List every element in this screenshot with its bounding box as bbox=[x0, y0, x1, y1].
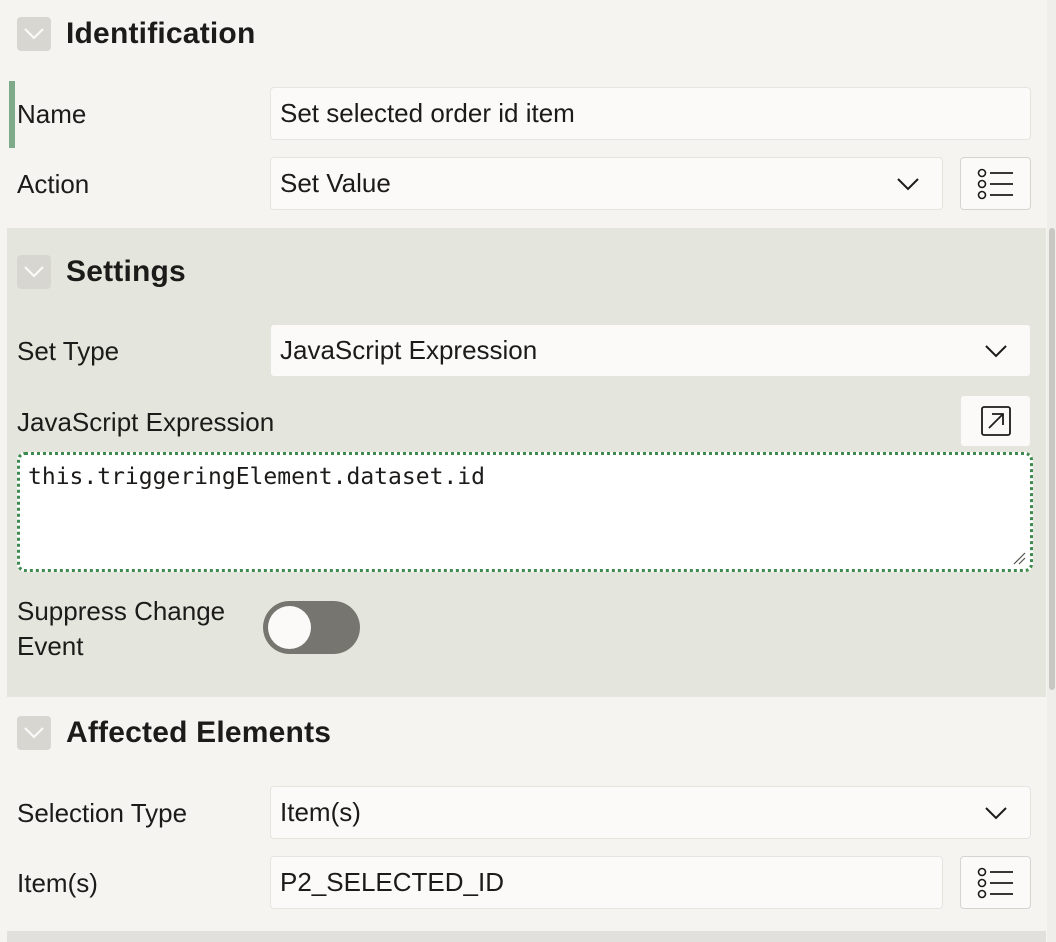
items-field[interactable]: P2_SELECTED_ID bbox=[270, 856, 943, 909]
action-select[interactable]: Set Value bbox=[270, 157, 943, 210]
action-list-button[interactable] bbox=[960, 157, 1031, 210]
js-expression-code: this.triggeringElement.dataset.id bbox=[28, 464, 485, 490]
chevron-down-icon bbox=[24, 266, 44, 278]
settings-title: Settings bbox=[66, 255, 186, 288]
scrollbar-thumb[interactable] bbox=[1049, 228, 1055, 690]
scrollbar-track[interactable] bbox=[1047, 0, 1056, 942]
chevron-down-icon bbox=[985, 344, 1007, 357]
identification-collapse-button[interactable] bbox=[17, 17, 51, 51]
chevron-down-icon bbox=[897, 177, 919, 190]
required-indicator bbox=[9, 81, 15, 148]
affected-elements-collapse-button[interactable] bbox=[17, 716, 51, 750]
next-section-edge bbox=[7, 931, 1046, 942]
selection-type-label: Selection Type bbox=[17, 798, 188, 828]
js-expression-label: JavaScript Expression bbox=[17, 407, 275, 437]
selection-type-select-value: Item(s) bbox=[280, 797, 361, 827]
suppress-change-switch[interactable] bbox=[263, 601, 360, 654]
set-type-select-value: JavaScript Expression bbox=[280, 335, 538, 365]
settings-collapse-button[interactable] bbox=[17, 255, 51, 289]
action-select-value: Set Value bbox=[280, 168, 391, 198]
selection-type-select[interactable]: Item(s) bbox=[270, 786, 1031, 839]
set-type-label: Set Type bbox=[17, 336, 120, 366]
set-type-select[interactable]: JavaScript Expression bbox=[270, 324, 1031, 377]
chevron-down-icon bbox=[24, 727, 44, 739]
affected-elements-title: Affected Elements bbox=[66, 716, 332, 749]
expand-editor-button[interactable] bbox=[960, 395, 1031, 447]
chevron-down-icon bbox=[985, 806, 1007, 819]
identification-header[interactable]: Identification bbox=[17, 17, 255, 51]
expand-arrow-icon bbox=[980, 406, 1011, 436]
name-field[interactable]: Set selected order id item bbox=[270, 87, 1031, 140]
switch-knob bbox=[268, 606, 311, 649]
resize-grip-icon[interactable] bbox=[1012, 551, 1026, 565]
items-list-button[interactable] bbox=[960, 856, 1031, 909]
name-label: Name bbox=[17, 99, 87, 129]
affected-elements-header[interactable]: Affected Elements bbox=[17, 716, 331, 750]
js-expression-editor[interactable]: this.triggeringElement.dataset.id bbox=[17, 452, 1033, 572]
items-label: Item(s) bbox=[17, 868, 98, 898]
list-icon bbox=[977, 168, 1013, 199]
list-icon bbox=[977, 867, 1013, 898]
suppress-change-label: Suppress Change Event bbox=[17, 596, 226, 661]
action-label: Action bbox=[17, 169, 90, 199]
settings-header[interactable]: Settings bbox=[17, 255, 186, 289]
identification-title: Identification bbox=[66, 17, 256, 50]
chevron-down-icon bbox=[24, 28, 44, 40]
